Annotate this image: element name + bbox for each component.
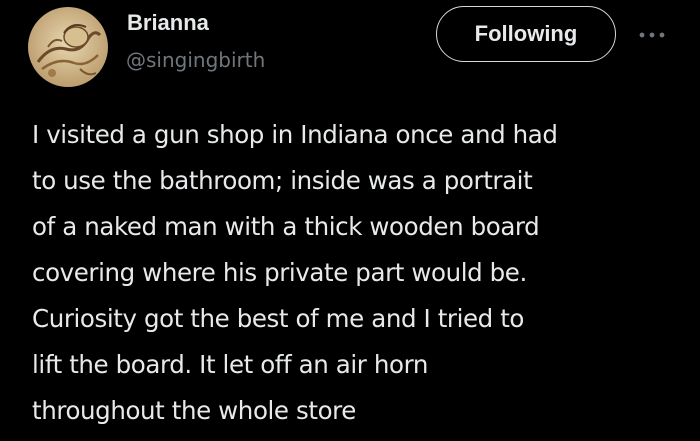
tweet-text-line: of a naked man with a thick wooden board: [32, 212, 540, 241]
author-display-name[interactable]: Brianna: [127, 10, 209, 36]
tweet-card: Brianna @singingbirth Following I visite…: [0, 0, 700, 441]
tweet-text-line: covering where his private part would be…: [32, 258, 527, 287]
more-horizontal-icon: [639, 32, 665, 38]
author-handle[interactable]: @singingbirth: [126, 48, 265, 72]
tweet-text: I visited a gun shop in Indiana once and…: [32, 112, 672, 434]
sepia-illustration-avatar-icon: [28, 7, 108, 87]
avatar[interactable]: [28, 7, 108, 87]
tweet-text-line: to use the bathroom; inside was a portra…: [32, 166, 533, 195]
tweet-text-line: I visited a gun shop in Indiana once and…: [32, 120, 558, 149]
tweet-text-line: lift the board. It let off an air horn: [32, 350, 428, 379]
tweet-text-line: Curiosity got the best of me and I tried…: [32, 304, 525, 333]
tweet-text-line: throughout the whole store: [32, 396, 356, 425]
more-options-button[interactable]: [630, 24, 674, 46]
following-button[interactable]: Following: [436, 6, 616, 62]
